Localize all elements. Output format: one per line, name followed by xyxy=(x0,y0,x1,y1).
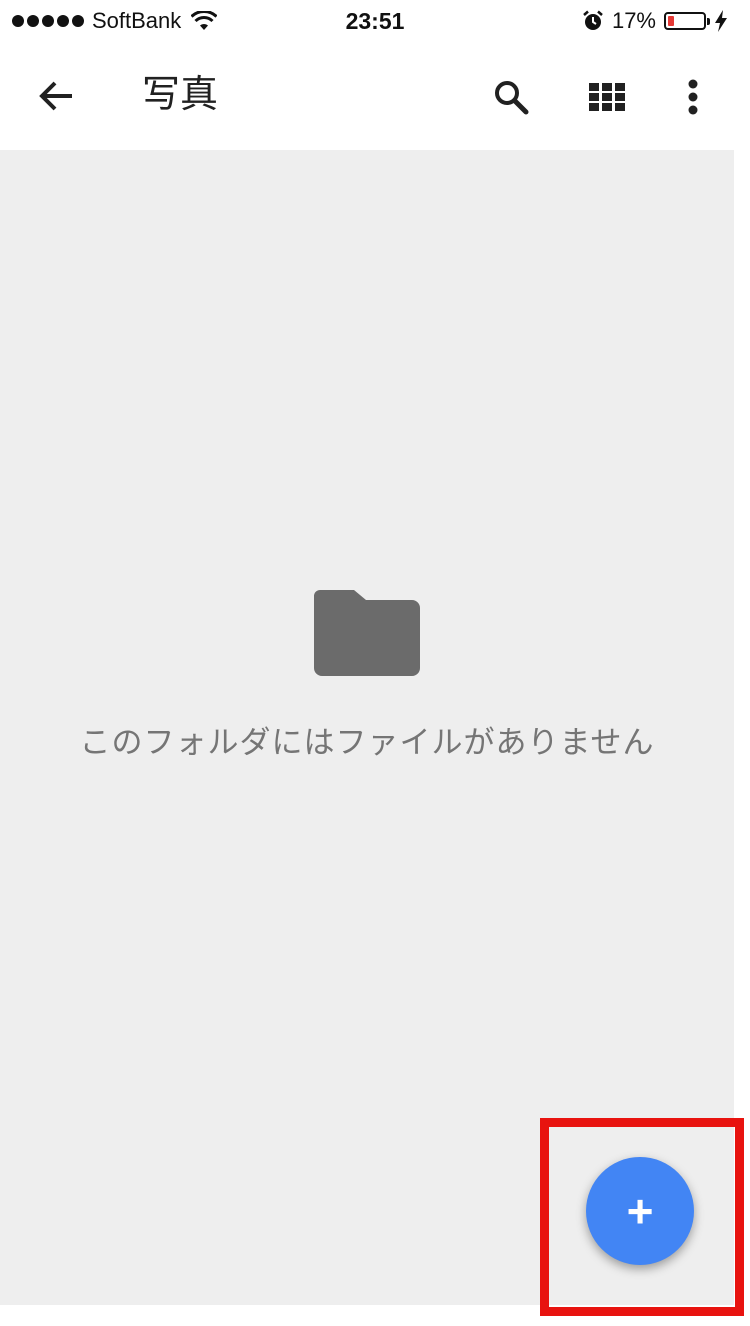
page-title: 写真 xyxy=(142,74,219,116)
battery-level-fill xyxy=(668,16,674,26)
status-right: 17% xyxy=(582,6,728,36)
plus-icon: + xyxy=(626,1185,654,1237)
back-arrow-icon xyxy=(39,81,72,111)
search-button[interactable] xyxy=(486,72,536,122)
charging-bolt-icon xyxy=(715,10,727,32)
grid-view-button[interactable] xyxy=(582,72,632,122)
battery-icon xyxy=(664,12,710,30)
empty-state: このフォルダにはファイルがありません xyxy=(0,590,734,762)
search-icon xyxy=(495,81,529,115)
alarm-icon xyxy=(583,10,603,30)
folder-icon xyxy=(314,590,420,676)
app-bar: 写真 xyxy=(0,40,750,150)
add-fab-button[interactable]: + xyxy=(586,1157,694,1265)
battery-percent: 17% xyxy=(611,8,656,33)
status-bar: SoftBank 23:51 17% xyxy=(0,0,750,40)
more-options-button[interactable] xyxy=(668,72,718,122)
empty-message: このフォルダにはファイルがありません xyxy=(79,725,655,760)
back-button[interactable] xyxy=(30,72,82,120)
more-vert-icon xyxy=(688,79,698,115)
grid-view-icon xyxy=(589,83,625,111)
